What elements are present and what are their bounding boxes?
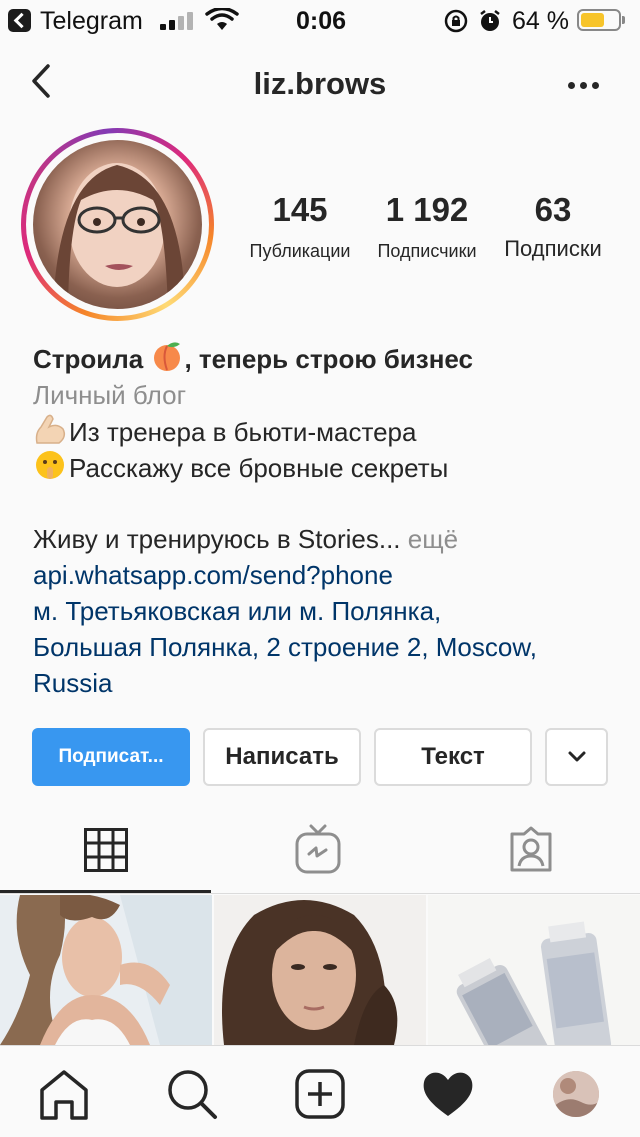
- activity-button[interactable]: [418, 1064, 478, 1124]
- bio-text-3: Живу и тренируюсь в Stories...: [33, 524, 401, 554]
- tab-posts-grid[interactable]: [0, 820, 213, 892]
- bio-website-link[interactable]: api.whatsapp.com/send?phone: [33, 557, 393, 593]
- wifi-icon: [205, 8, 239, 30]
- following-count: 63: [534, 191, 572, 228]
- active-tab-indicator: [0, 890, 211, 893]
- status-bar: Telegram 0:06 64 %: [0, 0, 640, 40]
- message-button[interactable]: Написать: [203, 728, 361, 786]
- home-button[interactable]: [34, 1064, 94, 1124]
- clock: 0:06: [296, 7, 347, 35]
- bio-line-1: Из тренера в бьюти-мастера: [33, 413, 416, 454]
- follow-button[interactable]: Подписат...: [32, 728, 190, 786]
- following-label: Подписки: [504, 236, 602, 261]
- battery-icon: [577, 9, 621, 31]
- grid-post-1[interactable]: [0, 895, 212, 1045]
- grid-post-2[interactable]: [214, 895, 426, 1045]
- bio-text-2: Расскажу все бровные секреты: [69, 453, 449, 483]
- stat-posts[interactable]: 145 Публикации: [240, 190, 360, 262]
- address-line-3[interactable]: Russia: [33, 665, 112, 701]
- profile-username-title: liz.brows: [253, 66, 387, 101]
- igtv-icon: [295, 824, 341, 874]
- battery-tip: [622, 16, 625, 24]
- search-button[interactable]: [162, 1064, 222, 1124]
- profile-avatar: [553, 1071, 599, 1117]
- posts-count: 145: [272, 191, 328, 228]
- shushing-face-icon: [33, 449, 69, 490]
- stat-followers[interactable]: 1 192 Подписчики: [366, 190, 488, 262]
- chevron-down-icon: [568, 751, 585, 762]
- tagged-icon: [510, 826, 552, 872]
- bio-text-1: Из тренера в бьюти-мастера: [69, 417, 417, 447]
- stat-following[interactable]: 63 Подписки: [494, 190, 612, 260]
- add-post-icon: [295, 1069, 345, 1119]
- tab-tagged[interactable]: [426, 820, 639, 892]
- back-app-name[interactable]: Telegram: [40, 7, 143, 36]
- followers-label: Подписчики: [377, 241, 477, 261]
- tab-divider: [0, 893, 640, 894]
- bio-more-link[interactable]: ещё: [408, 524, 458, 554]
- home-icon: [40, 1070, 88, 1120]
- suggestions-dropdown-button[interactable]: [545, 728, 608, 786]
- bio-line-3: Живу и тренируюсь в Stories... ещё: [33, 521, 458, 557]
- peach-icon: [150, 340, 184, 381]
- grid-icon: [84, 828, 128, 872]
- profile-category: Личный блог: [33, 380, 187, 410]
- heart-icon: [423, 1072, 473, 1116]
- profile-name: Строила: [33, 344, 144, 374]
- address-line-1[interactable]: м. Третьяковская или м. Полянка,: [33, 593, 441, 629]
- tab-igtv[interactable]: [213, 820, 426, 892]
- bio-name-line: Строила , теперь строю бизнес: [33, 340, 473, 381]
- followers-count: 1 192: [385, 191, 469, 228]
- follow-label: Подписат...: [58, 746, 164, 767]
- new-post-button[interactable]: [290, 1064, 350, 1124]
- text-button[interactable]: Текст: [374, 728, 532, 786]
- avatar[interactable]: [33, 140, 202, 309]
- message-label: Написать: [225, 743, 339, 770]
- back-to-app-icon[interactable]: [8, 9, 31, 32]
- bottom-tab-bar: [0, 1045, 640, 1137]
- address-line-2[interactable]: Большая Полянка, 2 строение 2, Moscow,: [33, 629, 537, 665]
- profile-name-rest: , теперь строю бизнес: [184, 344, 473, 374]
- flexed-biceps-icon: [33, 413, 69, 454]
- alarm-icon: [480, 10, 500, 31]
- posts-label: Публикации: [249, 241, 351, 261]
- search-icon: [168, 1070, 217, 1119]
- more-options-button[interactable]: [560, 66, 608, 102]
- profile-tab-button[interactable]: [546, 1064, 606, 1124]
- text-label: Текст: [421, 743, 485, 770]
- grid-post-3[interactable]: [428, 895, 640, 1045]
- cellular-signal-icon: [160, 12, 194, 30]
- battery-percent: 64 %: [512, 7, 569, 35]
- rotation-lock-icon: [444, 9, 468, 33]
- bio-line-2: Расскажу все бровные секреты: [33, 449, 448, 490]
